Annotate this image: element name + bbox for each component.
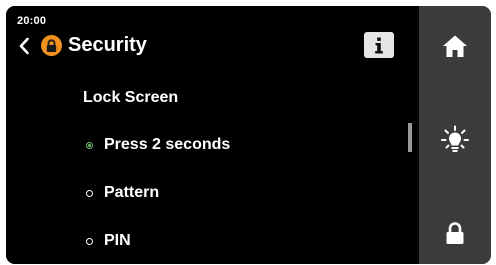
sidebar [419,6,491,264]
radio-unselected-icon [86,189,93,197]
security-badge [41,35,62,56]
option-label: Pattern [104,184,160,201]
scrollbar[interactable] [408,123,412,152]
page-title: Security [68,34,147,56]
option-label: Press 2 seconds [104,136,231,153]
status-time: 20:00 [17,15,47,27]
lock-button[interactable] [419,202,491,264]
option-pin[interactable]: PIN [86,230,131,252]
option-press-2-seconds[interactable]: Press 2 seconds [86,134,230,156]
radio-selected-icon [86,141,93,149]
info-button[interactable] [364,32,394,58]
info-icon [375,37,383,53]
chevron-left-icon [19,37,29,55]
device-screen: 20:00 Security Lock Screen Press 2 secon… [6,6,491,264]
main-panel: 20:00 Security Lock Screen Press 2 secon… [6,6,419,264]
light-bulb-icon [441,125,469,152]
option-pattern[interactable]: Pattern [86,182,159,204]
lock-icon [446,222,464,244]
radio-unselected-icon [86,237,93,245]
home-button[interactable] [419,6,491,86]
option-label: PIN [104,232,131,249]
section-heading: Lock Screen [83,89,179,106]
light-button[interactable] [419,100,491,180]
home-icon [443,35,467,57]
back-button[interactable] [15,35,33,57]
lock-icon [46,38,57,52]
